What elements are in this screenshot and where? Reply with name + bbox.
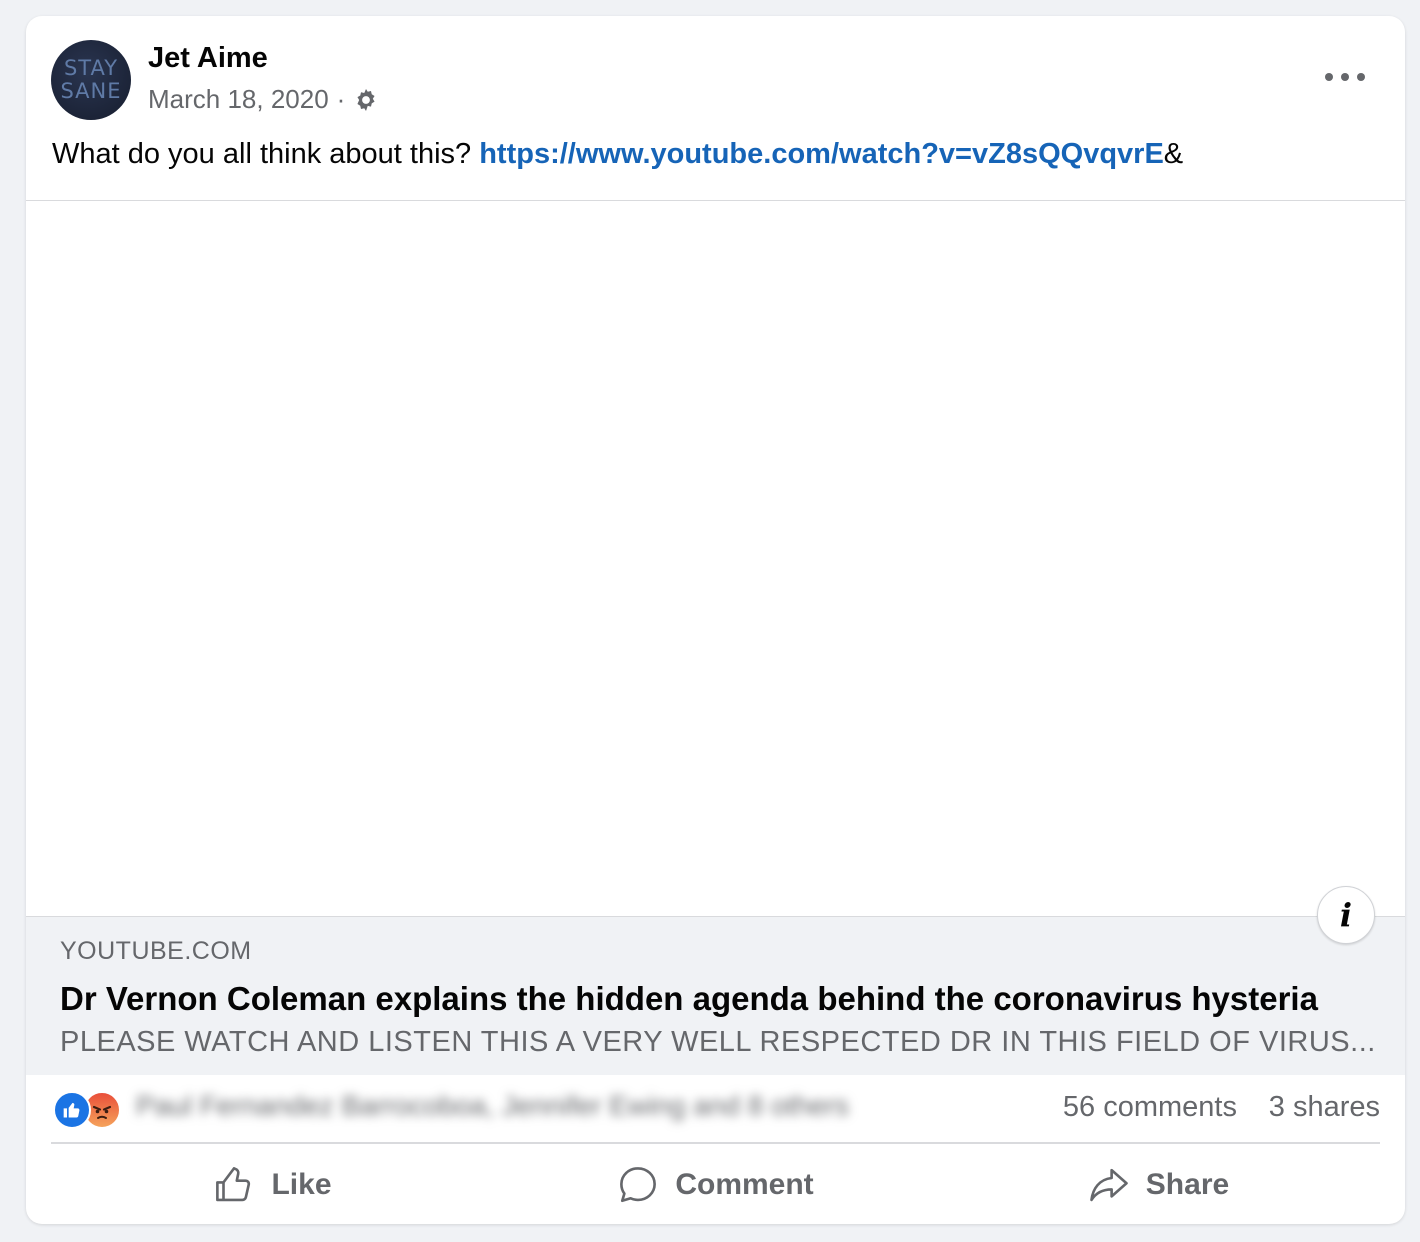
like-button[interactable]: Like — [51, 1146, 494, 1224]
meta-separator: · — [336, 84, 346, 114]
post-stats: Paul Fernandez Barrocoboa, Jennifer Ewin… — [26, 1074, 1405, 1142]
more-options-icon[interactable] — [1325, 66, 1365, 88]
speech-bubble-icon — [620, 1167, 657, 1203]
link-media-area[interactable] — [26, 201, 1405, 916]
avatar-line-2: SANE — [60, 79, 122, 103]
post-text: What do you all think about this? https:… — [52, 138, 1183, 171]
post-header: STAY SANE Jet Aime March 18, 2020 · — [26, 16, 1405, 136]
action-bar: Like Comment Share — [51, 1146, 1380, 1224]
comment-button[interactable]: Comment — [494, 1146, 937, 1224]
reaction-icons[interactable] — [53, 1091, 129, 1129]
gear-icon[interactable] — [353, 87, 379, 113]
comments-count[interactable]: 56 comments — [1063, 1091, 1237, 1124]
post-text-body: What do you all think about this? — [52, 138, 480, 170]
like-reaction-icon — [53, 1091, 91, 1129]
post-link[interactable]: https://www.youtube.com/watch?v=vZ8sQQvq… — [479, 138, 1164, 170]
link-description: PLEASE WATCH AND LISTEN THIS A VERY WELL… — [60, 1026, 1376, 1058]
comment-label: Comment — [675, 1168, 814, 1201]
share-button[interactable]: Share — [937, 1146, 1380, 1224]
post-text-suffix: & — [1163, 138, 1184, 170]
avatar[interactable]: STAY SANE — [51, 40, 131, 120]
link-preview[interactable]: YOUTUBE.COM Dr Vernon Coleman explains t… — [26, 916, 1405, 1075]
shares-count[interactable]: 3 shares — [1269, 1091, 1380, 1124]
link-domain: YOUTUBE.COM — [60, 937, 252, 965]
post-card: STAY SANE Jet Aime March 18, 2020 · What… — [26, 16, 1405, 1224]
info-icon[interactable]: i — [1317, 886, 1375, 944]
divider — [51, 1142, 1380, 1144]
reactors-names[interactable]: Paul Fernandez Barrocoboa, Jennifer Ewin… — [136, 1090, 849, 1122]
author-name[interactable]: Jet Aime — [148, 42, 268, 75]
like-label: Like — [271, 1168, 332, 1201]
post-date[interactable]: March 18, 2020 — [148, 84, 329, 115]
thumbs-up-icon — [216, 1167, 251, 1202]
post-meta: March 18, 2020 · — [148, 84, 379, 115]
link-title: Dr Vernon Coleman explains the hidden ag… — [60, 980, 1318, 1017]
share-label: Share — [1145, 1168, 1230, 1201]
share-arrow-icon — [1089, 1168, 1128, 1202]
avatar-line-1: STAY — [63, 56, 119, 80]
